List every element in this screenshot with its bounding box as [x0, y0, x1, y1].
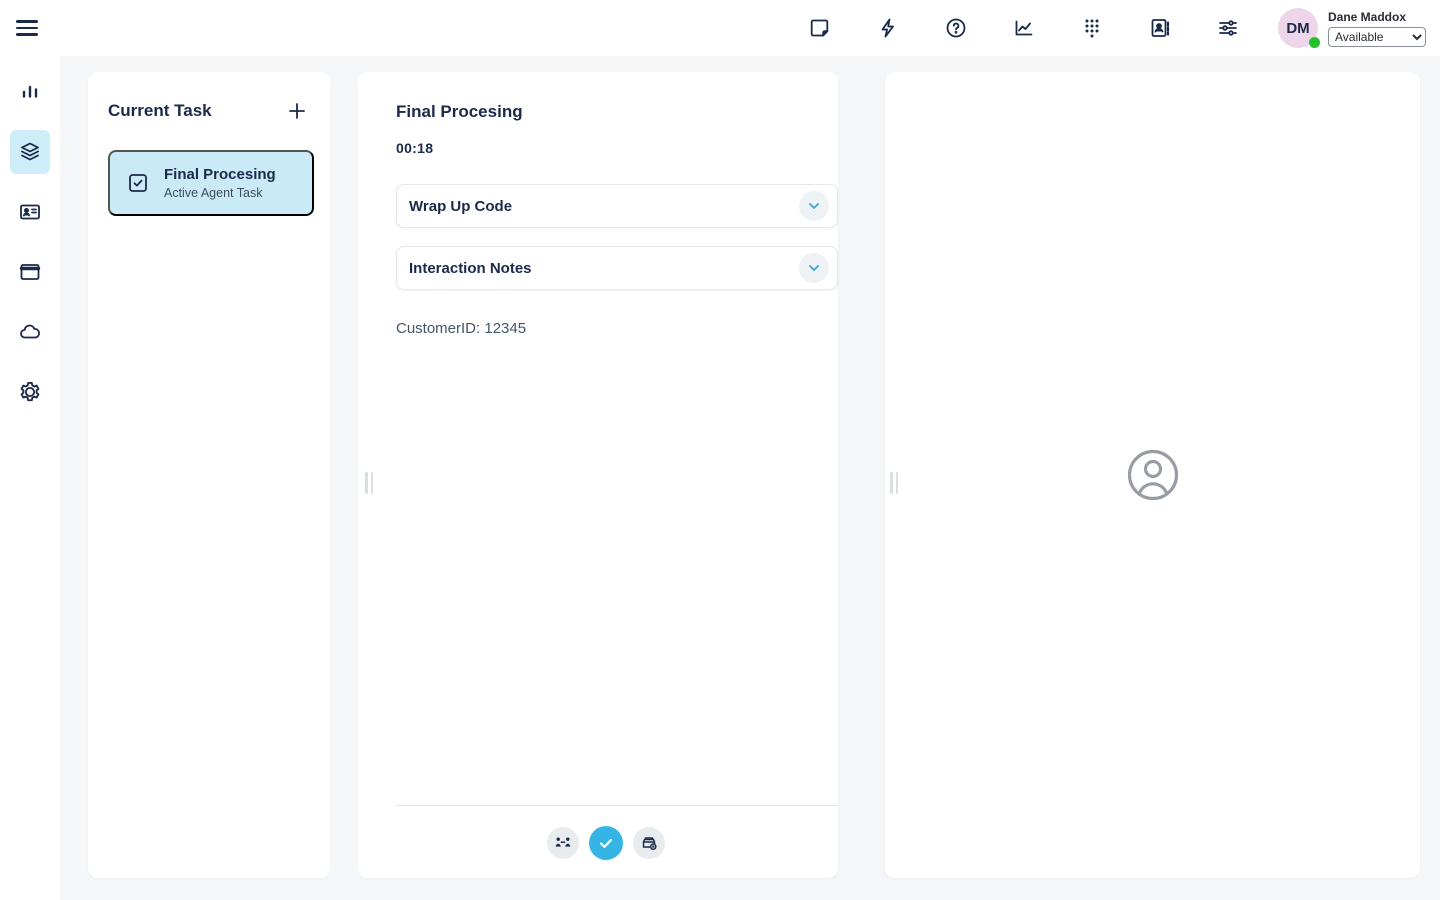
add-task-button[interactable]: [282, 96, 312, 126]
app-shell: Current Task Final Procesing Active Agen…: [0, 56, 1440, 900]
performance-button[interactable]: [1008, 12, 1040, 44]
wrap-up-code-accordion[interactable]: Wrap Up Code: [396, 184, 838, 228]
contact-book-icon: [1148, 16, 1172, 40]
line-chart-icon: [1012, 16, 1036, 40]
plus-icon: [286, 100, 308, 122]
gear-icon: [17, 379, 43, 405]
sidebar-item-analytics[interactable]: [10, 70, 50, 114]
current-task-title: Current Task: [108, 101, 212, 121]
preferences-button[interactable]: [1212, 12, 1244, 44]
interaction-notes-accordion[interactable]: Interaction Notes: [396, 246, 838, 290]
main-area: Current Task Final Procesing Active Agen…: [60, 56, 1440, 900]
footer-divider: [396, 805, 838, 806]
help-icon: [944, 16, 968, 40]
sliders-icon: [1216, 16, 1240, 40]
user-block: DM Dane Maddox Available: [1278, 8, 1426, 48]
hamburger-icon: [16, 20, 38, 23]
directory-button[interactable]: [1144, 12, 1176, 44]
transfer-icon: [553, 833, 573, 853]
task-title: Final Procesing: [164, 166, 276, 183]
sidebar-item-tasks[interactable]: [10, 130, 50, 174]
task-checkbox-icon: [126, 171, 150, 195]
status-select[interactable]: Available: [1328, 27, 1426, 47]
customer-id-text: CustomerID: 12345: [396, 320, 816, 337]
panel-resize-handle[interactable]: [361, 468, 377, 498]
work-footer: [358, 805, 838, 878]
sidebar-item-apps[interactable]: [10, 250, 50, 294]
user-meta: Dane Maddox Available: [1328, 8, 1426, 47]
interaction-notes-label: Interaction Notes: [409, 260, 532, 277]
topbar: DM Dane Maddox Available: [0, 0, 1440, 56]
topbar-icon-group: [804, 12, 1244, 44]
task-list-item[interactable]: Final Procesing Active Agent Task: [108, 150, 314, 216]
sidebar-item-settings[interactable]: [10, 370, 50, 414]
window-icon: [17, 259, 43, 285]
note-icon: [808, 16, 832, 40]
check-icon: [597, 834, 615, 852]
work-panel-title: Final Procesing: [396, 102, 816, 122]
presence-dot: [1309, 37, 1320, 48]
wrap-up-code-label: Wrap Up Code: [409, 198, 512, 215]
dialpad-icon: [1080, 16, 1104, 40]
park-button[interactable]: [633, 827, 665, 859]
avatar-wrap: DM: [1278, 8, 1318, 48]
park-box-icon: [639, 833, 659, 853]
complete-task-button[interactable]: [589, 826, 623, 860]
menu-button[interactable]: [16, 14, 44, 42]
sidebar-item-contacts[interactable]: [10, 190, 50, 234]
chevron-down-icon: [806, 198, 822, 214]
lightning-icon: [876, 16, 900, 40]
chevron-down-icon: [806, 260, 822, 276]
sidebar: [0, 56, 60, 900]
quick-actions-button[interactable]: [872, 12, 904, 44]
work-toolbar: [396, 826, 816, 860]
work-panel: Final Procesing 00:18 Wrap Up Code Inter…: [358, 72, 838, 878]
dialpad-button[interactable]: [1076, 12, 1108, 44]
current-task-header: Current Task: [108, 96, 312, 126]
help-button[interactable]: [940, 12, 972, 44]
task-text: Final Procesing Active Agent Task: [164, 166, 276, 200]
panel-resize-handle[interactable]: [886, 468, 902, 498]
bar-chart-icon: [17, 79, 43, 105]
transfer-button[interactable]: [547, 827, 579, 859]
person-circle-icon: [1126, 448, 1180, 502]
sidebar-item-cloud[interactable]: [10, 310, 50, 354]
user-name: Dane Maddox: [1328, 10, 1426, 24]
task-timer: 00:18: [396, 140, 816, 156]
note-button[interactable]: [804, 12, 836, 44]
chevron-circle: [799, 253, 829, 283]
detail-panel: [885, 72, 1420, 878]
current-task-panel: Current Task Final Procesing Active Agen…: [88, 72, 330, 878]
chevron-circle: [799, 191, 829, 221]
cloud-icon: [17, 319, 43, 345]
id-card-icon: [17, 199, 43, 225]
task-subtitle: Active Agent Task: [164, 186, 276, 200]
layers-icon: [17, 139, 43, 165]
